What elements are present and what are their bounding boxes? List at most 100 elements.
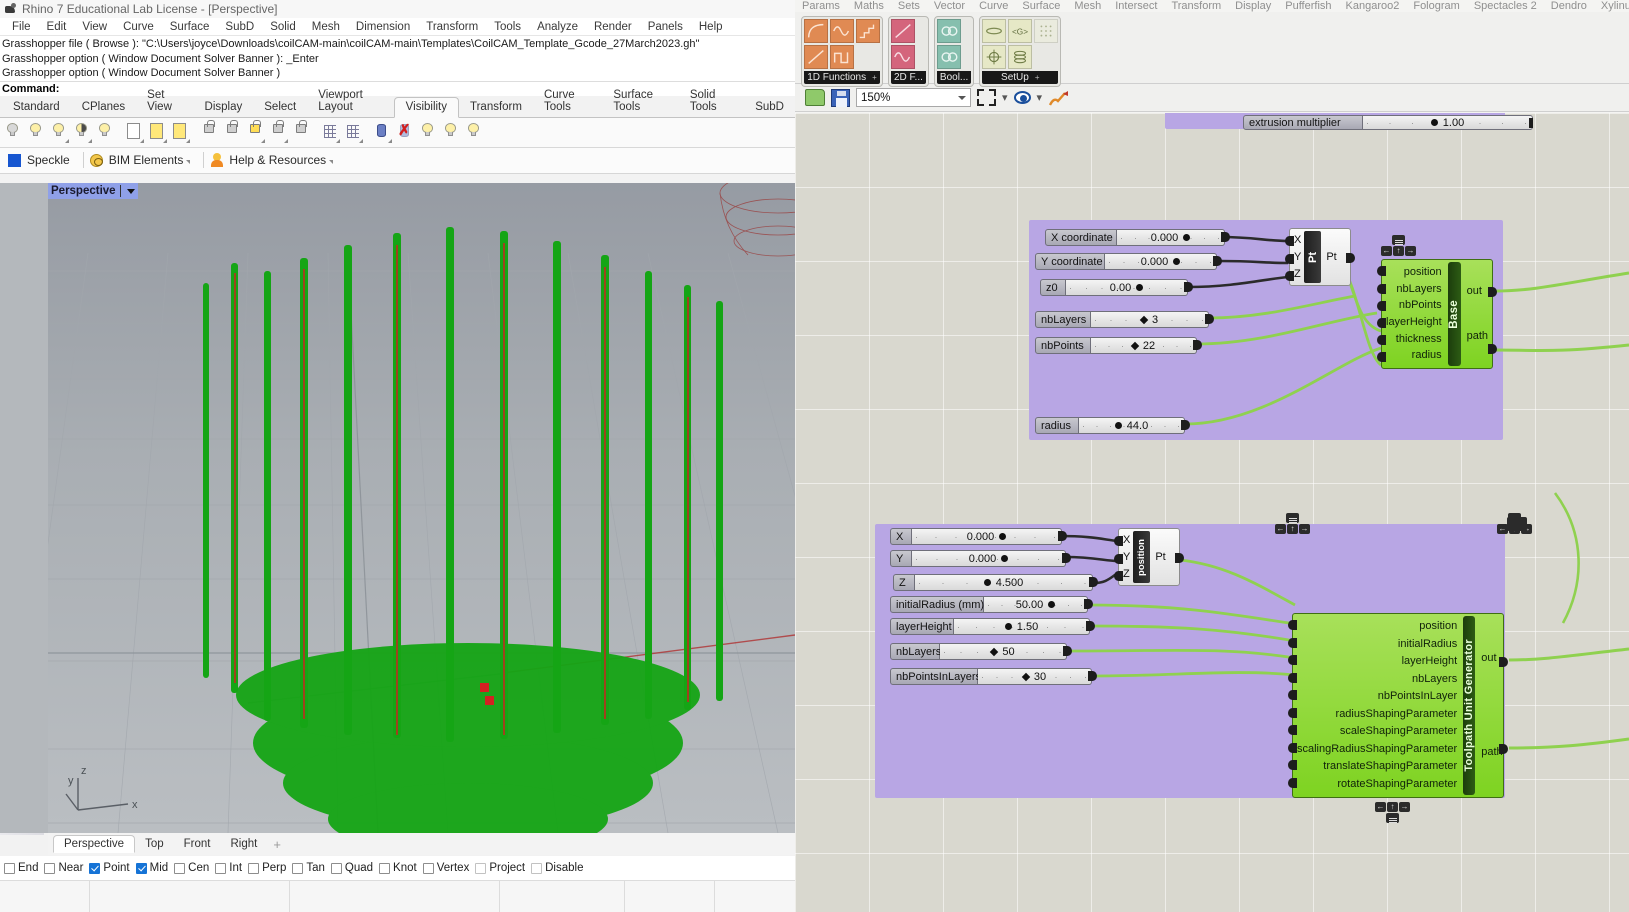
visibility-toolbar[interactable]: ✗ xyxy=(0,117,795,148)
hud-arrow-row[interactable]: ← ↑ → xyxy=(1381,246,1416,256)
isolate-icon[interactable] xyxy=(94,120,116,144)
show-selected-icon[interactable] xyxy=(48,120,70,144)
menu-icon[interactable] xyxy=(1392,235,1405,245)
curve-ease-icon[interactable] xyxy=(804,19,828,43)
input-port-translateshaping[interactable] xyxy=(1288,760,1297,770)
menu-dimension[interactable]: Dimension xyxy=(348,21,418,33)
infinity-loop-icon[interactable] xyxy=(936,19,961,43)
point-input-z[interactable]: Z xyxy=(1123,568,1130,580)
ellipse-icon[interactable] xyxy=(982,19,1007,43)
gh-menu-maths[interactable]: Maths xyxy=(847,0,891,12)
point-node-name[interactable]: position xyxy=(1133,531,1151,583)
osnap-cen[interactable]: Cen xyxy=(174,862,209,874)
show-objects-icon[interactable] xyxy=(25,120,47,144)
rhino-menu-bar[interactable]: File Edit View Curve Surface SubD Solid … xyxy=(0,18,795,36)
point-output-pt[interactable]: Pt xyxy=(1155,551,1165,563)
menu-curve[interactable]: Curve xyxy=(115,21,162,33)
help-resources-button[interactable]: Help & Resources xyxy=(208,153,342,168)
slider-output-port[interactable] xyxy=(1181,420,1190,430)
slider-track[interactable]: 50 xyxy=(940,643,1067,660)
gh-menu-curve[interactable]: Curve xyxy=(972,0,1015,12)
point-output-pt[interactable]: Pt xyxy=(1326,251,1336,263)
infinity-loop-alt-icon[interactable] xyxy=(936,45,961,69)
slider-output-port[interactable] xyxy=(1205,314,1214,324)
slider-knob-icon[interactable] xyxy=(1001,555,1009,562)
sine-wave-icon[interactable] xyxy=(830,19,854,43)
slider-knob-icon[interactable] xyxy=(1183,234,1191,241)
cluster-input-nblayers[interactable]: nbLayers xyxy=(1396,282,1441,297)
input-port-nbpointsinlayer[interactable] xyxy=(1288,690,1297,700)
point-input-x[interactable]: X xyxy=(1123,534,1130,546)
menu-analyze[interactable]: Analyze xyxy=(529,21,586,33)
checkbox-icon[interactable] xyxy=(4,862,15,874)
viewport-tab-perspective[interactable]: Perspective xyxy=(53,835,136,853)
pin-icon[interactable]: + xyxy=(1035,73,1040,82)
sine-2d-icon[interactable] xyxy=(891,45,915,69)
slider-layer-height-toolpath[interactable]: layerHeight 1.50 xyxy=(890,618,1095,635)
input-port-scalingradiusshaping[interactable] xyxy=(1288,743,1297,753)
grasshopper-canvas-toolbar[interactable]: 150% ▾ ▾ xyxy=(795,84,1629,112)
slider-track[interactable]: 0.000 xyxy=(1105,253,1217,270)
cluster-hud-toolpath-top[interactable]: ← ↑ → xyxy=(1275,513,1310,534)
slider-extrusion-multiplier[interactable]: extrusion multiplier 1.00 xyxy=(1243,115,1533,130)
cluster-input-scaleshapingparameter[interactable]: scaleShapingParameter xyxy=(1340,724,1457,739)
gh-menu-pufferfish[interactable]: Pufferfish xyxy=(1278,0,1338,12)
osnap-end[interactable]: End xyxy=(4,862,38,874)
cluster-name[interactable]: Base xyxy=(1447,262,1461,366)
cluster-input-layerheight[interactable]: layerHeight xyxy=(1402,654,1458,669)
grasshopper-canvas[interactable]: extrusion multiplier 1.00 X coordinate 0… xyxy=(795,113,1629,912)
cluster-output-out[interactable]: out xyxy=(1467,284,1482,299)
slider-knob-icon[interactable] xyxy=(1139,315,1149,324)
input-port-layerheight[interactable] xyxy=(1377,318,1386,328)
layer-color-icon[interactable] xyxy=(169,120,191,144)
slider-track[interactable]: 50.00 xyxy=(984,596,1088,613)
bulb-extra-3-icon[interactable] xyxy=(463,120,485,144)
cluster-input-nbpointsinlayer[interactable]: nbPointsInLayer xyxy=(1378,689,1458,704)
cluster-input-rotateshapingparameter[interactable]: rotateShapingParameter xyxy=(1337,777,1457,792)
gh-menu-mesh[interactable]: Mesh xyxy=(1067,0,1108,12)
tab-set-view[interactable]: Set View xyxy=(136,86,193,117)
input-port-x[interactable] xyxy=(1285,236,1294,246)
slider-knob-icon[interactable] xyxy=(1004,623,1012,630)
cluster-output-path[interactable]: path xyxy=(1467,329,1488,344)
cluster-input-initialradius[interactable]: initialRadius xyxy=(1398,637,1457,652)
slider-knob-icon[interactable] xyxy=(1114,422,1122,429)
input-port-rotateshaping[interactable] xyxy=(1288,778,1297,788)
lock-selected-icon[interactable] xyxy=(244,120,266,144)
cluster-input-scalingradiusshapingparameter[interactable]: scalingRadiusShapingParameter xyxy=(1297,742,1457,757)
output-port-path[interactable] xyxy=(1488,344,1497,354)
control-points-off-icon[interactable] xyxy=(342,120,364,144)
checkbox-icon[interactable] xyxy=(292,862,304,874)
ribbon-group-label[interactable]: SetUp + xyxy=(982,71,1059,84)
grid-dots-icon[interactable] xyxy=(1034,19,1059,43)
slider-knob-icon[interactable] xyxy=(1173,258,1181,265)
point-node-toolpath[interactable]: X Y Z position Pt xyxy=(1114,528,1184,586)
point-node-outputs[interactable]: Pt xyxy=(1151,529,1169,585)
menu-panels[interactable]: Panels xyxy=(640,21,691,33)
checkbox-icon[interactable] xyxy=(248,862,260,874)
checkbox-icon[interactable] xyxy=(44,862,56,874)
cluster-input-position[interactable]: position xyxy=(1419,619,1457,634)
tab-display[interactable]: Display xyxy=(194,98,254,117)
slider-z0[interactable]: z0 0.00 xyxy=(1040,279,1193,296)
slider-output-port[interactable] xyxy=(1213,256,1222,266)
cluster-toolpath-unit-generator[interactable]: position initialRadius layerHeight nbLay… xyxy=(1288,613,1508,798)
input-port-x[interactable] xyxy=(1114,536,1123,546)
cluster-input-radiusshapingparameter[interactable]: radiusShapingParameter xyxy=(1336,707,1458,722)
menu-file[interactable]: File xyxy=(4,21,39,33)
menu-mesh[interactable]: Mesh xyxy=(304,21,348,33)
slider-track[interactable]: 1.00 xyxy=(1363,115,1533,130)
viewport-title[interactable]: Perspective xyxy=(48,183,138,199)
chevron-down-icon[interactable] xyxy=(126,188,135,194)
menu-render[interactable]: Render xyxy=(586,21,640,33)
slider-output-port[interactable] xyxy=(1193,340,1202,350)
layer-visible-icon[interactable] xyxy=(123,120,145,144)
point-input-y[interactable]: Y xyxy=(1294,251,1301,263)
preview-eye-icon[interactable] xyxy=(1013,91,1031,104)
slider-track[interactable]: 0.000 xyxy=(1117,229,1225,246)
input-port-z[interactable] xyxy=(1114,571,1123,581)
slider-nb-layers-base[interactable]: nbLayers 3 xyxy=(1035,311,1214,328)
input-port-position[interactable] xyxy=(1288,620,1297,630)
cluster-input-position[interactable]: position xyxy=(1404,265,1442,280)
zoom-level-select[interactable]: 150% xyxy=(856,88,971,107)
